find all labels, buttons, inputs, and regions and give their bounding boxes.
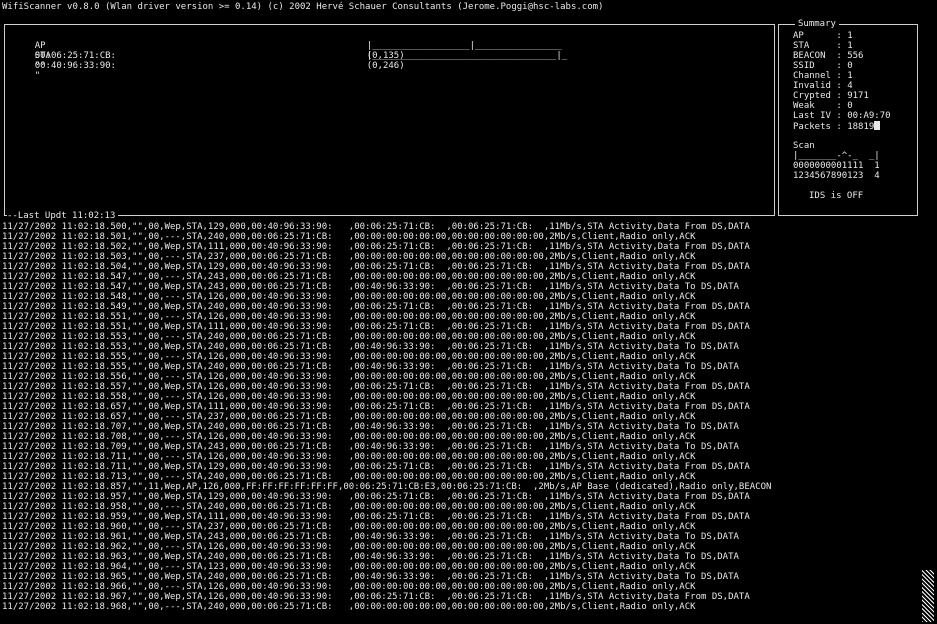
station-list-panel: AP 00:06:25:71:CB: "" |_________________… — [4, 24, 775, 221]
log-line: 11/27/2002 11:02:18.958,"",00,---,STA,24… — [2, 502, 696, 512]
text-cursor — [874, 121, 881, 130]
log-line: 11/27/2002 11:02:18.501,"",00,---,STA,24… — [2, 232, 696, 242]
summary-row: Invalid : 4 — [793, 81, 853, 91]
log-line: 11/27/2002 11:02:18.504,"",00,Wep,STA,12… — [2, 262, 750, 272]
scan-title: Scan — [793, 141, 815, 151]
log-line: 11/27/2002 11:02:18.556,"",00,---,STA,12… — [2, 372, 696, 382]
station-type: STA — [34, 51, 51, 61]
log-line: 11/27/2002 11:02:18.713,"",00,---,STA,24… — [2, 472, 696, 482]
summary-row: BEACON : 556 — [793, 51, 864, 61]
summary-row: AP : 1 — [793, 31, 853, 41]
log-line: 11/27/2002 11:02:18.553,"",00,---,STA,24… — [2, 332, 696, 342]
log-line: 11/27/2002 11:02:18.957,"",00,Wep,STA,12… — [2, 492, 750, 502]
log-line: 11/27/2002 11:02:18.968,"",00,---,STA,24… — [2, 602, 696, 612]
summary-legend: Summary — [795, 19, 839, 29]
log-line: 11/27/2002 11:02:18.966,"",00,---,STA,12… — [2, 582, 696, 592]
log-line: 11/27/2002 11:02:18.657,"",00,---,STA,23… — [2, 412, 696, 422]
last-update: --Last Updt 11:02:13 — [7, 211, 119, 221]
log-line: 11/27/2002 11:02:18.500,"",00,Wep,STA,12… — [2, 222, 750, 232]
summary-row: Channel : 1 — [793, 71, 853, 81]
signal-bar-sta: |__________________________________|_ (0… — [345, 41, 567, 81]
scan-graph: |_______-^-_ _| — [793, 151, 880, 161]
log-line: 11/27/2002 11:02:18.551,"",00,---,STA,12… — [2, 312, 696, 322]
summary-row-packets: Packets : 18819 — [793, 121, 881, 132]
summary-row: Crypted : 9171 — [793, 91, 869, 101]
log-line: 11/27/2002 11:02:18.962,"",00,---,STA,12… — [2, 542, 696, 552]
summary-row: Weak : 0 — [793, 101, 853, 111]
log-line: 11/27/2002 11:02:18.961,"",00,Wep,STA,24… — [2, 532, 739, 542]
log-line: 11/27/2002 11:02:18.551,"",00,Wep,STA,11… — [2, 322, 750, 332]
station-ssid: " — [34, 71, 41, 81]
log-line: 11/27/2002 11:02:18.558,"",00,---,STA,12… — [2, 392, 696, 402]
summary-row: Last IV : 00:A9:70 — [793, 111, 891, 121]
scrollbar-thumb[interactable] — [922, 570, 934, 622]
station-mac: 00:40:96:33:90: — [34, 61, 116, 71]
station-row-sta[interactable]: STA 00:40:96:33:90: " — [13, 41, 116, 91]
log-line: 11/27/2002 11:02:18.553,"",00,Wep,STA,24… — [2, 342, 739, 352]
signal-value: (0,246) — [366, 61, 405, 71]
summary-panel: Summary AP : 1 STA : 1 BEACON : 556 SSID… — [778, 19, 918, 216]
log-line: 11/27/2002 11:02:18.964,"",00,---,STA,12… — [2, 562, 696, 572]
ids-status: IDS is OFF — [809, 191, 864, 201]
log-line: 11/27/2002 11:02:18.547,"",00,---,STA,24… — [2, 272, 696, 282]
log-line: 11/27/2002 11:02:18.549,"",00,Wep,STA,24… — [2, 302, 750, 312]
log-line: 11/27/2002 11:02:18.503,"",00,---,STA,23… — [2, 252, 696, 262]
log-line: 11/27/2002 11:02:18.547,"",00,Wep,STA,24… — [2, 282, 739, 292]
log-line: 11/27/2002 11:02:18.548,"",00,---,STA,12… — [2, 292, 696, 302]
log-line: 11/27/2002 11:02:18.959,"",00,Wep,STA,11… — [2, 512, 750, 522]
log-line: 11/27/2002 11:02:18.502,"",00,Wep,STA,11… — [2, 242, 750, 252]
log-line: 11/27/2002 11:02:18.555,"",00,---,STA,12… — [2, 352, 696, 362]
log-line: 11/27/2002 11:02:18.963,"",00,Wep,STA,24… — [2, 552, 739, 562]
log-line: 11/27/2002 11:02:18.965,"",00,Wep,STA,24… — [2, 572, 739, 582]
packet-log: 11/27/2002 11:02:18.500,"",00,Wep,STA,12… — [2, 222, 917, 612]
log-line: 11/27/2002 11:02:18.707,"",00,Wep,STA,24… — [2, 422, 739, 432]
log-line: 11/27/2002 11:02:18.711,"",00,Wep,STA,12… — [2, 462, 750, 472]
window-title: WifiScanner v0.8.0 (Wlan driver version … — [2, 2, 604, 12]
log-line: 11/27/2002 11:02:18.709,"",00,Wep,STA,24… — [2, 442, 739, 452]
scan-channels-row2: 1234567890123 4 — [793, 171, 880, 181]
log-line: 11/27/2002 11:02:18.555,"",00,Wep,STA,24… — [2, 362, 739, 372]
log-line: 11/27/2002 11:02:18.967,"",00,Wep,STA,12… — [2, 592, 750, 602]
log-line: 11/27/2002 11:02:18.557,"",00,Wep,STA,12… — [2, 382, 750, 392]
log-line: 11/27/2002 11:02:18.960,"",00,---,STA,23… — [2, 522, 696, 532]
summary-row: SSID : 0 — [793, 61, 853, 71]
log-line: 11/27/2002 11:02:18.657,"",00,Wep,STA,11… — [2, 402, 750, 412]
summary-row: STA : 1 — [793, 41, 853, 51]
log-line: 11/27/2002 11:02:18.711,"",00,---,STA,12… — [2, 452, 696, 462]
scan-channels-row1: 0000000001111 1 — [793, 161, 880, 171]
signal-bar: |__________________________________|_ — [366, 51, 568, 61]
log-line: 11/27/2002 11:02:18.857,"",11,Wep,AP,126… — [2, 482, 772, 492]
log-line: 11/27/2002 11:02:18.708,"",00,---,STA,12… — [2, 432, 696, 442]
